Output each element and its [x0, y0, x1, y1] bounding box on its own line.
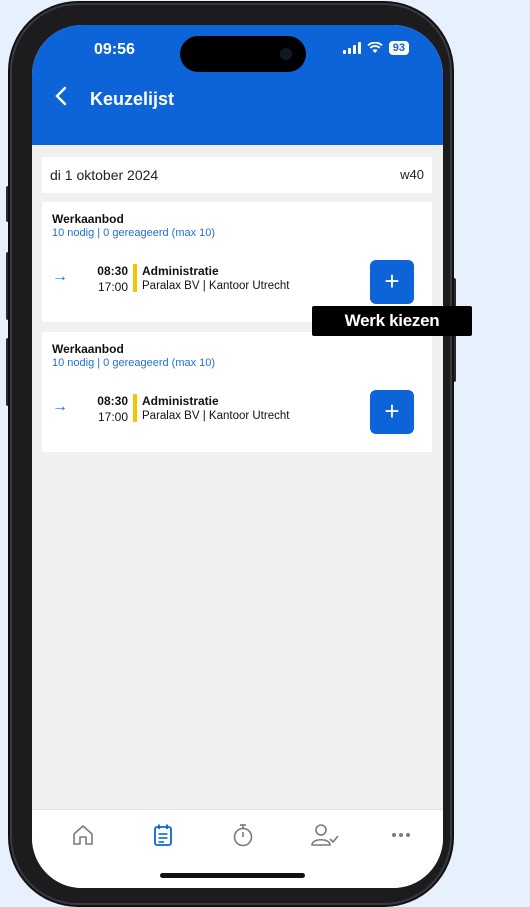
home-icon: [73, 825, 93, 845]
start-time: 08:30: [97, 264, 128, 278]
calendar-list-icon: [154, 824, 172, 846]
shift-location: Paralax BV | Kantoor Utrecht: [142, 410, 290, 422]
shift-location: Paralax BV | Kantoor Utrecht: [142, 280, 290, 292]
card-title: Werkaanbod: [52, 342, 124, 356]
app-header: 09:56 93 Keuzelijst: [32, 25, 443, 145]
end-time: 17:00: [97, 410, 128, 424]
home-indicator: [160, 873, 305, 878]
user-check-icon: [311, 824, 339, 846]
back-button[interactable]: [54, 85, 80, 115]
work-offer-card: Werkaanbod 10 nodig | 0 gereageerd (max …: [42, 202, 432, 322]
status-bar: 09:56 93: [32, 25, 443, 85]
arrow-right-icon: →: [52, 268, 68, 285]
date-label: di 1 oktober 2024: [50, 167, 159, 183]
shift-color-bar: [133, 394, 137, 422]
tab-more[interactable]: [388, 822, 418, 852]
card-subtitle: 10 nodig | 0 gereageerd (max 10): [52, 357, 216, 369]
navigation-bar: Keuzelijst: [32, 85, 443, 115]
date-bar: di 1 oktober 2024 w40: [42, 157, 432, 193]
shift-role: Administratie: [142, 264, 219, 278]
shift-color-bar: [133, 264, 137, 292]
status-time: 09:56: [94, 41, 135, 58]
tab-timer[interactable]: [230, 822, 260, 852]
chevron-left-icon: [55, 86, 67, 106]
page-title: Keuzelijst: [90, 89, 175, 109]
stopwatch-icon: [233, 824, 253, 847]
app-screen: 09:56 93 Keuzelijst di 1 oktober 2024 w4…: [32, 25, 443, 888]
end-time: 17:00: [97, 280, 128, 294]
work-offer-card: Werkaanbod 10 nodig | 0 gereageerd (max …: [42, 332, 432, 452]
tab-home[interactable]: [70, 822, 100, 852]
shift-times: 08:30 17:00: [92, 264, 128, 294]
phone-frame: 09:56 93 Keuzelijst di 1 oktober 2024 w4…: [12, 5, 450, 903]
week-label: w40: [400, 167, 424, 182]
more-icon: [392, 833, 410, 837]
battery-indicator: 93: [388, 41, 409, 55]
wifi-icon: [367, 42, 383, 53]
shift-info: Administratie Paralax BV | Kantoor Utrec…: [142, 264, 289, 292]
shift-info: Administratie Paralax BV | Kantoor Utrec…: [142, 394, 289, 422]
shift-role: Administratie: [142, 394, 219, 408]
shift-times: 08:30 17:00: [92, 394, 128, 424]
start-time: 08:30: [97, 394, 128, 408]
camera-icon: [280, 48, 292, 60]
card-subtitle: 10 nodig | 0 gereageerd (max 10): [52, 227, 216, 239]
bottom-tab-bar: [32, 809, 443, 888]
signal-icon: [342, 42, 361, 54]
add-button[interactable]: +: [370, 390, 414, 434]
add-button[interactable]: +: [370, 260, 414, 304]
status-icons: 93: [342, 41, 409, 55]
card-title: Werkaanbod: [52, 212, 124, 226]
tooltip-label: Werk kiezen: [312, 306, 472, 336]
tab-profile[interactable]: [310, 822, 340, 852]
arrow-right-icon: →: [52, 398, 68, 415]
tab-schedule[interactable]: [150, 822, 180, 852]
dynamic-island: [180, 36, 306, 72]
